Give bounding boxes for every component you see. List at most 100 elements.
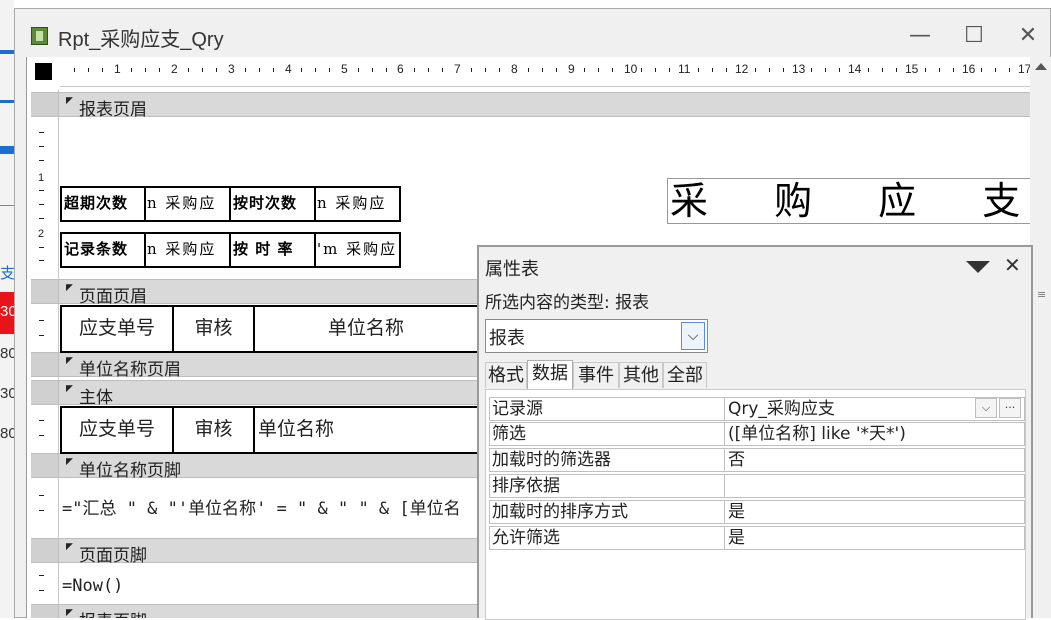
ruler-number: 12 bbox=[735, 62, 749, 76]
builder-ellipsis-icon[interactable]: ··· bbox=[999, 398, 1021, 418]
ontime-count-label[interactable]: 按时次数 bbox=[229, 186, 316, 222]
ruler-number: 3 bbox=[228, 62, 235, 76]
page-footer-now-expression[interactable]: =Now() bbox=[62, 576, 123, 596]
ruler-tick bbox=[528, 68, 529, 72]
ruler-tick bbox=[39, 420, 44, 421]
report-selector-box[interactable] bbox=[35, 63, 52, 80]
section-marker-icon: ◤ bbox=[66, 457, 73, 467]
ruler-tick bbox=[39, 204, 44, 205]
tab-other[interactable]: 其他 bbox=[619, 362, 663, 388]
maximize-button[interactable]: ☐ bbox=[954, 20, 994, 54]
ruler-tick bbox=[995, 68, 996, 72]
section-label: 报表页眉 bbox=[79, 100, 147, 120]
ruler-tick bbox=[953, 68, 954, 72]
panel-menu-icon[interactable] bbox=[966, 261, 990, 273]
property-value[interactable]: 是 bbox=[725, 500, 1025, 524]
ruler-tick bbox=[669, 68, 670, 72]
close-button[interactable]: ✕ bbox=[1008, 20, 1048, 54]
property-sheet-title: 属性表 bbox=[485, 259, 539, 280]
report-title-label[interactable]: 采 购 应 支 报 表 bbox=[667, 178, 1030, 224]
ruler-tick bbox=[39, 320, 44, 321]
ruler-tick bbox=[386, 68, 387, 72]
record-count-textbox[interactable]: n 采购应 bbox=[144, 232, 231, 268]
panel-close-icon[interactable]: ✕ bbox=[1004, 253, 1021, 277]
group-summary-expression[interactable]: ="汇总 " & "'单位名称' = " & " " & [单位名 bbox=[62, 494, 461, 519]
resize-grip-icon[interactable]: ≡ bbox=[1037, 289, 1046, 305]
record-count-label[interactable]: 记录条数 bbox=[60, 232, 146, 268]
bg-char: 80 bbox=[0, 345, 14, 362]
chevron-down-icon[interactable]: ⌵ bbox=[681, 322, 705, 350]
scroll-up-icon[interactable] bbox=[1035, 63, 1047, 70]
overdue-count-textbox[interactable]: n 采购应 bbox=[144, 186, 231, 222]
property-row-order-on-load[interactable]: 加载时的排序方式 是 bbox=[489, 500, 1025, 524]
bg-blue-bar bbox=[0, 50, 14, 54]
page-header-unit-name[interactable]: 单位名称 bbox=[253, 305, 479, 353]
ruler-tick bbox=[216, 68, 217, 72]
property-value[interactable]: 否 bbox=[725, 448, 1025, 472]
tab-event[interactable]: 事件 bbox=[573, 362, 619, 388]
property-key: 筛选 bbox=[489, 422, 725, 446]
ruler-tick bbox=[428, 68, 429, 72]
ruler-tick bbox=[584, 68, 585, 72]
ontime-rate-label[interactable]: 按 时 率 bbox=[229, 232, 316, 268]
ruler-tick bbox=[39, 495, 44, 496]
ruler-number: 9 bbox=[568, 62, 575, 76]
property-row-order-by[interactable]: 排序依据 bbox=[489, 474, 1025, 498]
ontime-rate-textbox[interactable]: 'm 采购应 bbox=[314, 232, 401, 268]
ruler-tick bbox=[655, 68, 656, 72]
selection-type-label: 所选内容的类型: 报表 bbox=[485, 293, 650, 313]
property-row-allow-filters[interactable]: 允许筛选 是 bbox=[489, 526, 1025, 550]
minimize-button[interactable]: — bbox=[900, 20, 940, 54]
section-label: 报表页脚 bbox=[79, 607, 147, 618]
ruler-tick bbox=[102, 68, 103, 72]
tab-data[interactable]: 数据 bbox=[527, 360, 573, 389]
section-bar-report-header[interactable]: ◤ 报表页眉 bbox=[31, 92, 1030, 120]
band-grip bbox=[31, 539, 59, 562]
detail-unit-name[interactable]: 单位名称 bbox=[253, 406, 479, 454]
property-value[interactable]: 是 bbox=[725, 526, 1025, 550]
selection-combo[interactable]: 报表 ⌵ bbox=[485, 319, 708, 353]
ruler-tick bbox=[868, 68, 869, 72]
ruler-tick bbox=[542, 68, 543, 72]
ruler-tick bbox=[39, 218, 44, 219]
ruler-number: 10 bbox=[624, 62, 638, 76]
section-label: 单位名称页脚 bbox=[79, 461, 181, 481]
ruler-number: 2 bbox=[38, 228, 45, 240]
property-key: 记录源 bbox=[489, 397, 725, 421]
ruler-tick bbox=[39, 510, 44, 511]
property-value[interactable]: ([单位名称] like '*天*') bbox=[725, 422, 1025, 446]
property-row-filter-on-load[interactable]: 加载时的筛选器 否 bbox=[489, 448, 1025, 472]
page-header-audit[interactable]: 审核 bbox=[172, 305, 255, 353]
ruler-tick bbox=[358, 68, 359, 72]
chevron-down-icon[interactable]: ⌵ bbox=[975, 398, 997, 418]
tab-all[interactable]: 全部 bbox=[663, 362, 707, 388]
ruler-tick bbox=[825, 68, 826, 72]
detail-audit[interactable]: 审核 bbox=[172, 406, 255, 454]
ruler-tick bbox=[783, 68, 784, 72]
ruler-tick bbox=[39, 132, 44, 133]
ruler-number: 14 bbox=[848, 62, 862, 76]
property-row-filter[interactable]: 筛选 ([单位名称] like '*天*') bbox=[489, 422, 1025, 446]
background-window-strip: 支 30 80 30 80 bbox=[0, 0, 14, 618]
overdue-count-label[interactable]: 超期次数 bbox=[60, 186, 146, 222]
tab-format[interactable]: 格式 bbox=[485, 362, 527, 388]
ruler-tick bbox=[712, 68, 713, 72]
ruler-tick bbox=[39, 435, 44, 436]
ruler-tick bbox=[159, 68, 160, 72]
page-header-doc-no[interactable]: 应支单号 bbox=[60, 305, 174, 353]
property-row-record-source[interactable]: 记录源 Qry_采购应支 ⌵ ··· bbox=[489, 397, 1025, 421]
vertical-scrollbar[interactable]: ≡ bbox=[1030, 57, 1051, 618]
property-grid: 记录源 Qry_采购应支 ⌵ ··· 筛选 ([单位名称] like '*天*'… bbox=[485, 389, 1026, 620]
property-value[interactable] bbox=[725, 474, 1025, 498]
ruler-tick bbox=[471, 68, 472, 72]
property-key: 排序依据 bbox=[489, 474, 725, 498]
ruler-tick bbox=[39, 590, 44, 591]
ontime-count-textbox[interactable]: n 采购应 bbox=[314, 186, 401, 222]
detail-doc-no[interactable]: 应支单号 bbox=[60, 406, 174, 454]
section-marker-icon: ◤ bbox=[66, 283, 73, 293]
ruler-tick bbox=[301, 68, 302, 72]
ruler-tick bbox=[442, 68, 443, 72]
ruler-number: 8 bbox=[511, 62, 518, 76]
ruler-tick bbox=[39, 146, 44, 147]
ruler-tick bbox=[981, 68, 982, 72]
